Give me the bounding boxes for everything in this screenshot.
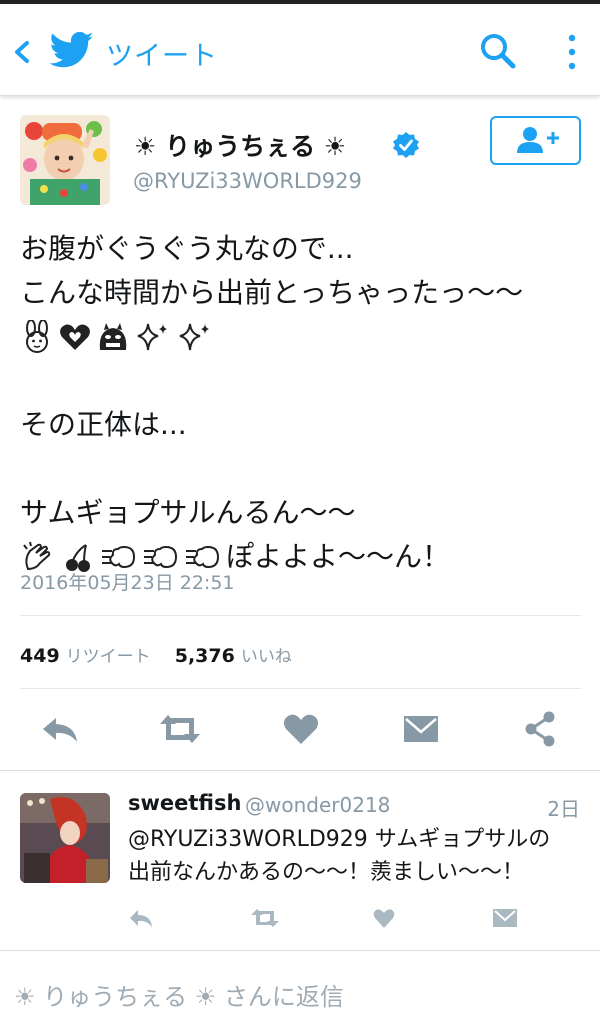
heart-decoration-emoji [60, 324, 90, 350]
like-label[interactable]: いいね [241, 647, 292, 667]
avatar[interactable] [20, 793, 110, 883]
tweet-stats: 449 リツイート 5,376 いいね [20, 642, 292, 667]
follow-button[interactable] [490, 116, 581, 165]
reply-composer[interactable]: ☀ りゅうちぇる ☀ さんに返信 [0, 950, 600, 1029]
direct-message-icon[interactable] [402, 712, 440, 746]
retweet-icon[interactable] [156, 712, 204, 746]
add-user-icon [517, 127, 559, 153]
reply-icon[interactable] [128, 907, 154, 929]
reply-tweet[interactable]: sweetfish @wonder0218 2日 @RYUZi33WORLD92… [0, 771, 600, 946]
like-icon[interactable] [372, 907, 396, 929]
tweet-line: その正体は... [20, 408, 187, 441]
emoji-row [20, 315, 523, 359]
sparkles-emoji [179, 323, 209, 351]
retweet-label[interactable]: リツイート [66, 647, 151, 667]
tweet-line: お腹がぐうぐう丸なので... [20, 232, 354, 265]
page-title: ツイート [106, 41, 218, 72]
twitter-bird-icon [50, 31, 94, 68]
chevron-left-icon[interactable] [10, 34, 34, 70]
retweet-count[interactable]: 449 [20, 645, 60, 667]
overflow-menu-icon[interactable] [560, 30, 584, 74]
reply-line: @RYUZi33WORLD929 サムギョプサルの [128, 827, 551, 852]
tweet-line: こんな時間から出前とっちゃったっ〜〜 [20, 276, 524, 309]
reply-handle[interactable]: @wonder0218 [245, 793, 390, 817]
sparkles-emoji [137, 323, 167, 351]
tweet-line: ぽよよよ〜〜ん！ [226, 540, 451, 573]
reply-text: @RYUZi33WORLD929 サムギョプサルの 出前なんかあるの〜〜！羨まし… [128, 823, 550, 889]
tweet-line: サムギョプサルんるん〜〜 [20, 496, 356, 529]
share-icon[interactable] [522, 710, 558, 748]
reply-icon[interactable] [40, 712, 80, 746]
avatar[interactable] [20, 115, 110, 205]
like-count[interactable]: 5,376 [175, 645, 235, 667]
user-handle[interactable]: @RYUZi33WORLD929 [133, 169, 362, 193]
search-icon[interactable] [478, 30, 518, 72]
reply-timestamp: 2日 [547, 797, 580, 821]
tweet-text: お腹がぐうぐう丸なので... こんな時間から出前とっちゃったっ〜〜 その正体は.… [20, 227, 523, 579]
ogre-emoji [99, 323, 127, 350]
reply-line: 出前なんかあるの〜〜！羨ましい〜〜！ [128, 860, 525, 885]
retweet-icon[interactable] [249, 907, 281, 929]
like-icon[interactable] [282, 712, 320, 746]
reply-input[interactable]: ☀ りゅうちぇる ☀ さんに返信 [14, 977, 344, 1012]
direct-message-icon[interactable] [492, 907, 518, 929]
tweet-timestamp: 2016年05月23日 22:51 [20, 572, 235, 594]
divider [20, 688, 581, 689]
display-name[interactable]: ☀ りゅうちぇる ☀ [134, 127, 346, 163]
divider [20, 615, 581, 616]
bunny-girl-emoji [26, 320, 48, 353]
verified-badge-icon [393, 132, 419, 158]
reply-display-name[interactable]: sweetfish [128, 791, 241, 815]
app-header: ツイート [0, 0, 600, 96]
